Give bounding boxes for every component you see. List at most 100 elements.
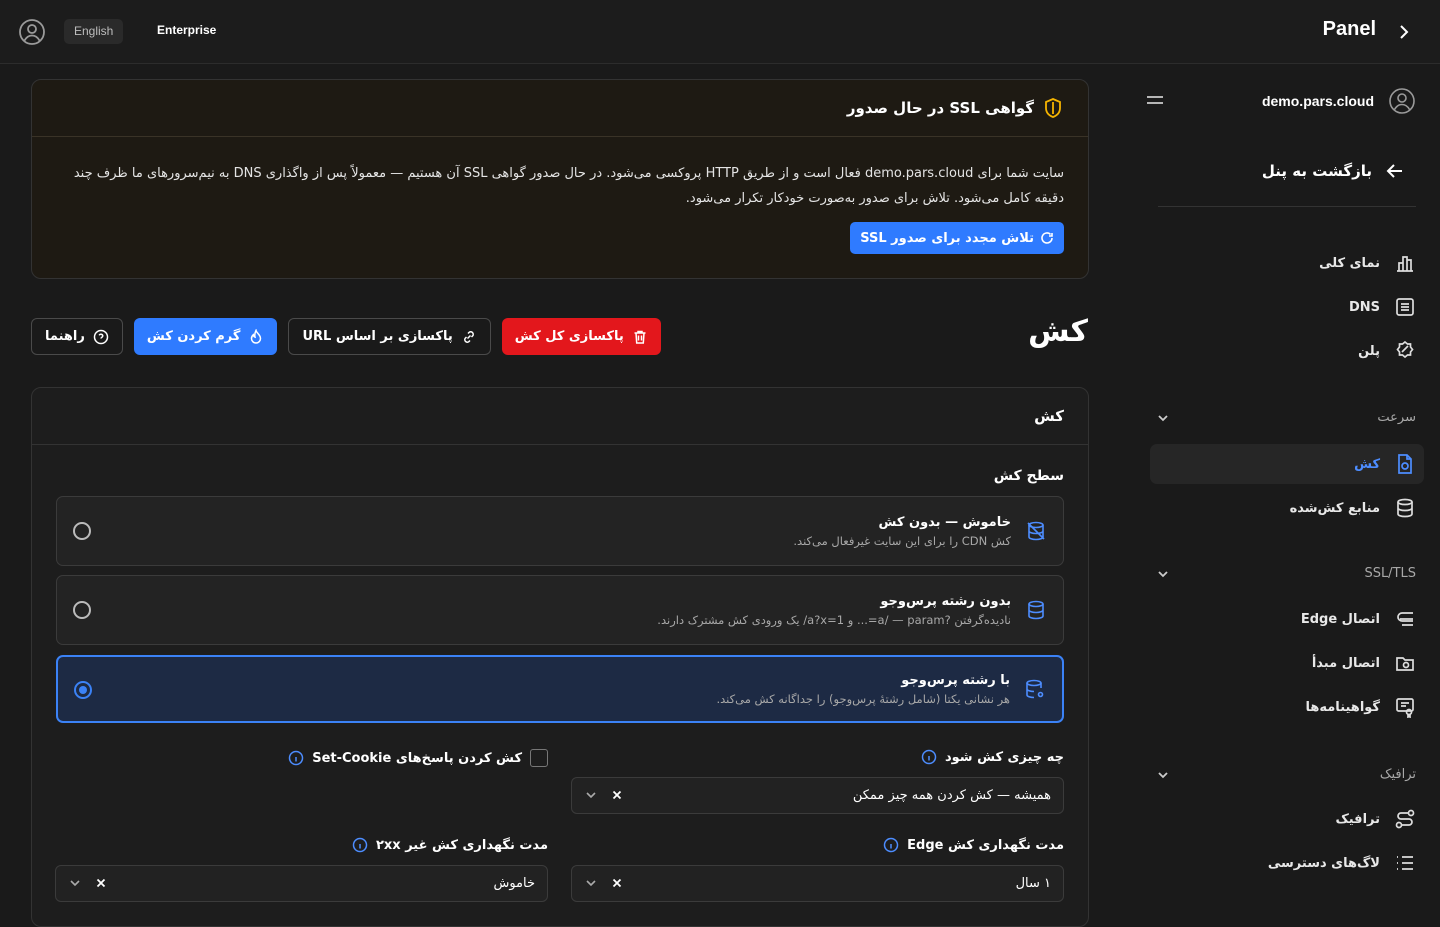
list-icon [1396,298,1414,316]
edge-icon [1397,612,1413,626]
logs-icon [1397,856,1413,870]
sidebar-item-label: منابع کش‌شده [1289,500,1380,516]
purge-by-url-button[interactable]: پاکسازی بر اساس URL [288,318,491,355]
page-title: کش [1028,314,1088,349]
option-description: کش CDN را برای این سایت غیرفعال می‌کند. [793,533,1011,548]
edge-ttl-select[interactable]: ۱ سال [571,865,1064,902]
ssl-notice-header: گواهی SSL در حال صدور [32,80,1088,137]
edge-ttl-label: مدت نگهداری کش Edge [883,837,1064,853]
sidebar-item-traffic[interactable]: ترافیک [1150,799,1424,839]
warm-cache-button[interactable]: گرم کردن کش [133,318,278,355]
cache-level-option-off[interactable]: خاموش — بدون کش کش CDN را برای این سایت … [56,496,1064,566]
language-button[interactable]: English [64,19,124,44]
section-title: SSL/TLS [1364,566,1416,581]
back-to-panel-link[interactable]: بازگشت به پنل [1262,162,1404,180]
site-selector[interactable]: demo.pars.cloud [1166,86,1416,116]
chevron-down-icon[interactable] [584,876,598,890]
sidebar-item-label: نمای کلی [1319,255,1380,271]
radio-button-selected[interactable] [74,681,92,699]
sidebar: demo.pars.cloud بازگشت به پنل نمای کلی D… [1132,64,1440,900]
sidebar-item-overview[interactable]: نمای کلی [1150,243,1424,283]
sidebar-item-dns[interactable]: DNS [1150,287,1424,327]
sidebar-item-certificates[interactable]: گواهینامه‌ها [1150,687,1424,727]
back-label: بازگشت به پنل [1261,162,1372,180]
info-icon[interactable] [288,750,304,766]
flame-icon [251,328,262,344]
sidebar-item-origin-connection[interactable]: اتصال مبدأ [1150,643,1424,683]
select-value: ۱ سال [1015,876,1051,891]
route-icon [1395,809,1415,829]
main-content: گواهی SSL در حال صدور سایت شما برای demo… [0,64,1120,927]
cache-settings-card: کش سطح کش خاموش — بدون کش کش CDN را برای… [31,387,1089,927]
sidebar-item-plan[interactable]: پلن [1150,331,1424,371]
info-icon[interactable] [352,837,368,853]
purge-all-label: پاکسازی کل کش [514,329,624,344]
chart-icon [1397,256,1413,272]
sidebar-item-cache[interactable]: کش [1150,444,1424,484]
chevron-right-icon[interactable] [1394,22,1414,42]
ssl-notice-body: سایت شما برای demo.pars.cloud فعال است و… [73,166,1064,206]
chevron-down-icon[interactable] [584,788,598,802]
sidebar-section-speed[interactable]: سرعت [1156,410,1416,425]
database-icon [1397,498,1413,518]
ssl-notice-title: گواهی SSL در حال صدور [846,99,1034,117]
sidebar-item-label: DNS [1348,299,1380,315]
retry-ssl-button[interactable]: تلاش مجدد برای صدور SSL [850,222,1064,254]
sidebar-divider [1158,206,1416,207]
clear-icon[interactable] [94,876,108,890]
sidebar-section-ssl[interactable]: SSL/TLS [1156,566,1416,581]
user-avatar-icon[interactable] [18,18,46,46]
site-avatar-icon [1389,88,1415,114]
sidebar-item-cached-resources[interactable]: منابع کش‌شده [1150,488,1424,528]
chevron-down-icon[interactable] [68,876,82,890]
shield-icon [1045,98,1061,118]
guide-button[interactable]: راهنما [31,318,123,355]
arrow-left-icon [1386,164,1402,178]
menu-icon[interactable] [1146,92,1164,108]
link-icon [463,330,474,343]
option-description: نادیده‌گرفتن ?a/ — param=... و a?x=1/ یک… [657,612,1011,627]
option-title: خاموش — بدون کش [878,514,1011,530]
sidebar-section-traffic[interactable]: ترافیک [1156,767,1416,782]
section-title: سرعت [1377,410,1416,425]
field-label-text: کش کردن پاسخ‌های Set-Cookie [312,750,522,766]
what-to-cache-select[interactable]: همیشه — کش کردن همه چیز ممکن [571,777,1064,814]
option-title: با رشته پرس‌وجو [901,672,1010,688]
sidebar-item-label: اتصال Edge [1300,611,1380,627]
panel-title: Panel [1322,18,1376,40]
clear-icon[interactable] [610,876,624,890]
cache-level-option-with-query[interactable]: با رشته پرس‌وجو هر نشانی یکتا (شامل رشته… [56,655,1064,723]
top-bar: English Enterprise Panel [0,0,1440,64]
sidebar-item-label: کش [1354,456,1380,472]
clear-icon[interactable] [610,788,624,802]
set-cookie-checkbox[interactable] [530,749,548,767]
help-circle-icon [93,329,109,344]
info-icon[interactable] [921,749,937,765]
non2xx-ttl-label: مدت نگهداری کش غیر ۲xx [352,837,548,853]
radio-button[interactable] [73,522,91,540]
chevron-down-icon [1158,771,1168,778]
ssl-notice-card: گواهی SSL در حال صدور سایت شما برای demo… [31,79,1089,279]
field-label-text: چه چیزی کش شود [944,749,1064,765]
sidebar-item-edge-connection[interactable]: اتصال Edge [1150,599,1424,639]
cache-card-header: کش [32,388,1088,445]
field-label-text: مدت نگهداری کش Edge [907,837,1064,853]
non2xx-ttl-select[interactable]: خاموش [55,865,548,902]
chevron-down-icon [1158,570,1168,577]
option-description: هر نشانی یکتا (شامل رشتهٔ پرس‌وجو) را جد… [716,691,1010,706]
database-off-icon [1027,521,1045,541]
cache-level-option-no-query[interactable]: بدون رشته پرس‌وجو نادیده‌گرفتن ?a/ — par… [56,575,1064,645]
info-icon[interactable] [883,837,899,853]
field-label-text: مدت نگهداری کش غیر ۲xx [375,837,548,853]
certificate-icon [1396,698,1414,718]
radio-button[interactable] [73,601,91,619]
option-title: بدون رشته پرس‌وجو [880,593,1011,609]
sidebar-item-access-logs[interactable]: لاگ‌های دسترسی [1150,843,1424,883]
database-settings-icon [1026,679,1044,699]
warm-cache-label: گرم کردن کش [146,329,241,344]
folder-icon [1396,657,1414,671]
purge-all-button[interactable]: پاکسازی کل کش [501,318,661,355]
sidebar-item-label: گواهینامه‌ها [1305,699,1380,715]
cache-set-cookie-option[interactable]: کش کردن پاسخ‌های Set-Cookie [288,749,548,767]
sidebar-item-label: اتصال مبدأ [1311,655,1380,671]
